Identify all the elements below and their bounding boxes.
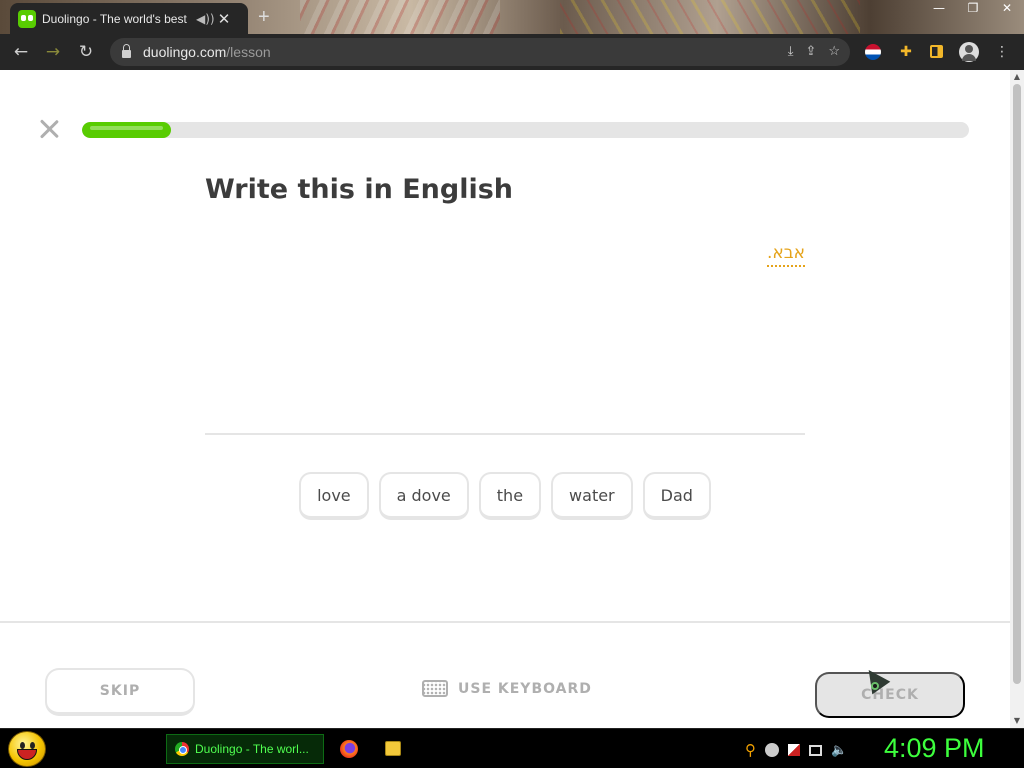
address-bar-actions: ⤓ ⇪ ☆ bbox=[788, 43, 840, 59]
smiley-eye bbox=[30, 742, 35, 749]
action-center-flag-icon[interactable] bbox=[788, 744, 800, 756]
word-tile[interactable]: water bbox=[551, 472, 633, 520]
url-path: /lesson bbox=[226, 44, 271, 60]
scroll-up-arrow-icon[interactable]: ▲ bbox=[1012, 72, 1022, 82]
language-flag-extension-icon[interactable] bbox=[863, 42, 883, 62]
skip-button[interactable]: SKIP bbox=[45, 668, 195, 716]
scrollbar-thumb[interactable] bbox=[1013, 84, 1021, 684]
word-tile[interactable]: Dad bbox=[642, 472, 711, 520]
folder-icon[interactable] bbox=[385, 741, 401, 756]
browser-tab[interactable]: Duolingo - The world's best ◀)) ✕ bbox=[10, 3, 248, 34]
word-tile[interactable]: love bbox=[299, 472, 369, 520]
footer-divider bbox=[0, 621, 1010, 623]
firefox-icon[interactable] bbox=[340, 740, 358, 758]
reload-icon[interactable]: ↻ bbox=[75, 42, 97, 64]
url-host: duolingo.com bbox=[143, 44, 227, 60]
prompt-word-hint[interactable]: אבא. bbox=[767, 243, 805, 267]
maximize-button[interactable]: ❐ bbox=[956, 0, 990, 16]
lesson-progress-fill bbox=[82, 122, 171, 138]
use-keyboard-button[interactable]: USE KEYBOARD bbox=[422, 680, 592, 697]
side-panel-icon[interactable] bbox=[927, 42, 947, 62]
forward-arrow-icon[interactable]: → bbox=[42, 42, 64, 64]
scroll-down-arrow-icon[interactable]: ▼ bbox=[1012, 716, 1022, 726]
lesson-page: Write this in English אבא. love a dove the… bbox=[0, 70, 1010, 728]
challenge-title: Write this in English bbox=[205, 174, 514, 205]
search-icon[interactable]: ⚲ bbox=[745, 741, 756, 759]
browser-menu-icon[interactable]: ⋮ bbox=[992, 42, 1012, 62]
lesson-progress-bar bbox=[82, 122, 969, 138]
word-tile[interactable]: the bbox=[478, 472, 542, 520]
taskbar-chrome-window[interactable]: Duolingo - The worl... bbox=[166, 734, 324, 764]
bookmark-star-icon[interactable]: ☆ bbox=[828, 43, 840, 59]
window-controls: — ❐ ✕ bbox=[922, 0, 1024, 16]
volume-icon[interactable]: 🔈 bbox=[831, 743, 847, 758]
smiley-eye bbox=[20, 742, 25, 749]
smiley-mouth bbox=[17, 749, 37, 760]
tab-close-icon[interactable]: ✕ bbox=[216, 10, 232, 28]
messenger-icon[interactable] bbox=[765, 743, 779, 757]
prompt-sentence: אבא. bbox=[700, 243, 805, 267]
wallpaper-pattern bbox=[300, 0, 500, 34]
wallpaper-pattern bbox=[560, 0, 860, 34]
taskbar-clock[interactable]: 4:09 PM bbox=[884, 733, 985, 764]
word-tile[interactable]: a dove bbox=[378, 472, 469, 520]
new-tab-button[interactable]: + bbox=[258, 6, 270, 29]
os-taskbar: Duolingo - The worl... ⚲ 🔈 4:09 PM bbox=[0, 728, 1024, 768]
taskbar-window-label: Duolingo - The worl... bbox=[195, 742, 309, 756]
network-icon[interactable] bbox=[809, 744, 822, 756]
minimize-button[interactable]: — bbox=[922, 0, 956, 16]
extensions-puzzle-icon[interactable]: ✚ bbox=[896, 42, 916, 62]
word-bank: love a dove the water Dad bbox=[205, 472, 805, 520]
back-arrow-icon[interactable]: ← bbox=[10, 42, 32, 64]
share-icon[interactable]: ⇪ bbox=[805, 43, 816, 59]
profile-avatar-icon[interactable] bbox=[959, 42, 979, 62]
duolingo-favicon-icon bbox=[18, 9, 36, 28]
lock-icon bbox=[122, 44, 131, 58]
browser-tab-strip: Duolingo - The world's best ◀)) ✕ + — ❐ … bbox=[0, 0, 1024, 34]
system-tray: ⚲ 🔈 bbox=[745, 741, 847, 759]
install-app-icon[interactable]: ⤓ bbox=[788, 43, 794, 59]
page-scrollbar[interactable]: ▲ ▼ bbox=[1010, 70, 1024, 728]
start-smiley-icon[interactable] bbox=[8, 731, 46, 767]
speaker-icon[interactable]: ◀)) bbox=[196, 12, 215, 26]
quit-lesson-icon[interactable] bbox=[38, 118, 60, 140]
chrome-icon bbox=[175, 742, 189, 756]
check-button[interactable]: CHECK bbox=[815, 672, 965, 718]
use-keyboard-label: USE KEYBOARD bbox=[458, 680, 592, 697]
cursor-busy-indicator-icon bbox=[871, 682, 879, 690]
address-bar[interactable]: duolingo.com /lesson ⤓ ⇪ ☆ bbox=[110, 38, 850, 66]
screen: Duolingo - The world's best ◀)) ✕ + — ❐ … bbox=[0, 0, 1024, 768]
keyboard-icon bbox=[422, 680, 448, 697]
tab-title: Duolingo - The world's best bbox=[42, 11, 187, 26]
window-close-button[interactable]: ✕ bbox=[990, 0, 1024, 16]
browser-toolbar: ← → ↻ duolingo.com /lesson ⤓ ⇪ ☆ ✚ ⋮ bbox=[0, 34, 1024, 70]
answer-area-line bbox=[205, 433, 805, 435]
